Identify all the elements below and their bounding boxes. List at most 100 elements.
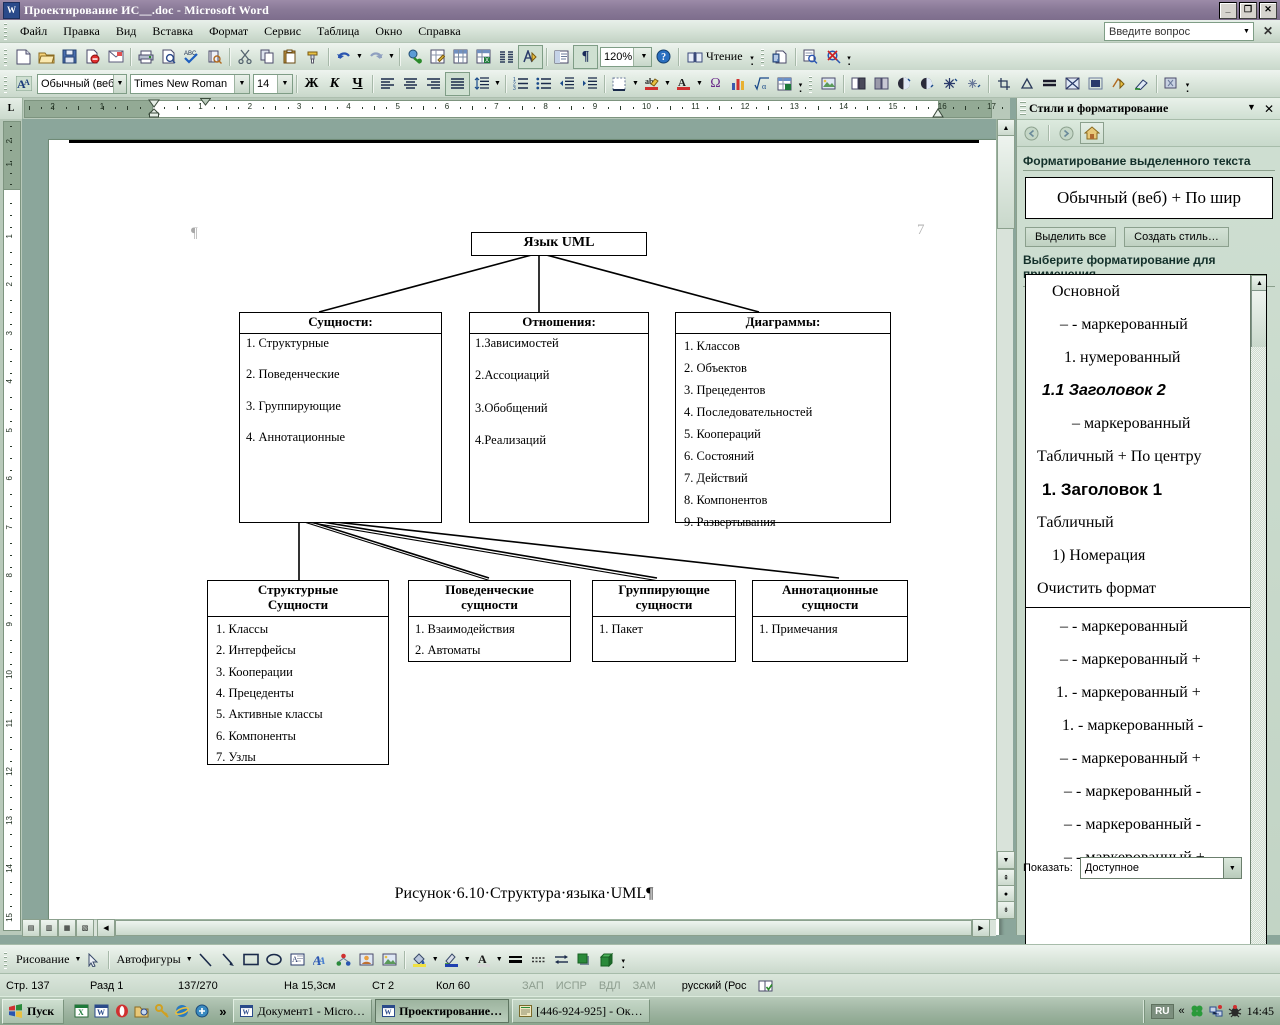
columns-icon[interactable] [495,46,518,68]
diagram-node-annotational-entities[interactable]: Аннотационные сущности 1. Примечания [752,580,908,662]
diagram-node-behavioral-entities[interactable]: Поведенческие сущности 1. Взаимодействия… [408,580,571,662]
view-normal-button[interactable]: ▤ [22,919,40,937]
diagram-node-entities[interactable]: Сущности: 1. Структурные 2. Поведенчески… [239,312,442,523]
back-arrow-icon[interactable] [1020,123,1042,143]
style-scroll-thumb[interactable] [1251,290,1266,349]
brightness-less-icon[interactable] [916,73,939,95]
forward-arrow-icon[interactable] [1055,123,1077,143]
word-icon[interactable]: W [93,1003,110,1020]
paste-icon[interactable] [279,46,302,68]
bug-icon[interactable] [1228,1004,1242,1018]
minimize-button[interactable]: _ [1219,2,1237,19]
edit-search-icon[interactable] [799,46,822,68]
menu-format[interactable]: Формат [201,21,256,42]
autoshapes-menu-arrow-icon[interactable]: ▼ [185,956,194,963]
redo-icon[interactable] [364,46,387,68]
rotate-left-icon[interactable] [1015,73,1038,95]
email-icon[interactable] [104,46,127,68]
style-combobox[interactable]: Обычный (веб) - ▼ [37,73,127,94]
arrow-icon[interactable] [217,949,240,971]
set-transparent-color-icon[interactable] [1130,73,1153,95]
language-indicator[interactable]: RU [1151,1003,1174,1019]
start-button[interactable]: Пуск [2,998,65,1024]
delete-search-icon[interactable] [822,46,845,68]
drawing-toolbar-overflow[interactable]: ▾ ▪ [619,949,628,971]
line-style-icon[interactable] [1038,73,1061,95]
bulleted-list-icon[interactable] [532,73,555,95]
clover-icon[interactable] [1190,1004,1204,1018]
right-indent-marker[interactable] [932,108,944,118]
line-spacing-icon[interactable] [470,73,493,95]
excel-icon[interactable]: X [73,1003,90,1020]
new-style-button[interactable]: Создать стиль… [1124,227,1229,247]
style-list-scrollbar[interactable]: ▲ ▼ [1250,275,1266,975]
research-icon[interactable] [203,46,226,68]
horizontal-ruler[interactable]: 211234567891011121314151617 L [0,98,1010,120]
font-color-icon[interactable]: A [472,949,495,971]
zoom-combobox[interactable]: 120% ▼ [600,46,652,67]
decrease-indent-icon[interactable] [555,73,578,95]
menu-tools[interactable]: Сервис [256,21,309,42]
hanging-indent-marker[interactable] [148,108,160,118]
menu-view[interactable]: Вид [108,21,145,42]
align-center-icon[interactable] [399,73,422,95]
drawing-toolbar-gripper[interactable] [3,950,10,969]
diagram-icon[interactable] [332,949,355,971]
tab-stop-marker[interactable] [200,98,211,106]
diagram-node-relationships[interactable]: Отношения: 1.Зависимостей 2.Ассоциаций 3… [469,312,649,523]
redo-dropdown-arrow-icon[interactable]: ▼ [387,53,396,60]
taskbar-window-notepad[interactable]: [446-924-925] - Ок… [512,999,650,1023]
taskbar-window-document1[interactable]: W Документ1 - Micro… [233,999,373,1023]
dash-style-icon[interactable] [527,949,550,971]
diagram-node-structural-entities[interactable]: Структурные Сущности 1. Классы 2. Интерф… [207,580,389,765]
fill-color-dropdown-arrow-icon[interactable]: ▼ [431,956,440,963]
select-arrow-icon[interactable] [82,949,105,971]
highlight-icon[interactable]: ab [640,73,663,95]
increase-contrast-icon[interactable] [939,73,962,95]
style-list-item[interactable]: 1.1 Заголовок 2¶ [1026,374,1266,407]
styles-and-formatting-icon[interactable]: AA [12,73,35,95]
insert-hyperlink-icon[interactable] [403,46,426,68]
draw-menu-button[interactable]: Рисование [12,952,73,967]
formula-icon[interactable]: α [750,73,773,95]
document-canvas[interactable]: ¶ 7 Язык UML Сущности: 1. Структурные 2.… [22,119,1010,935]
style-list-item[interactable]: – - маркерованный - [1026,775,1266,808]
open-folder-icon[interactable] [35,46,58,68]
tables-borders-icon[interactable] [426,46,449,68]
reset-picture-icon[interactable] [1160,73,1183,95]
rectangle-icon[interactable] [240,949,263,971]
line-icon[interactable] [194,949,217,971]
chevron-down-icon[interactable]: ▼ [277,74,292,93]
hscroll-thumb[interactable] [115,920,972,936]
chevron-down-icon[interactable]: ▼ [1236,28,1253,35]
quick-launch-overflow[interactable]: » [219,1004,226,1019]
diagram-node-root[interactable]: Язык UML [471,232,647,256]
symbol-omega-icon[interactable]: Ω [704,73,727,95]
scroll-thumb[interactable] [997,135,1015,229]
tab-stop-selector[interactable]: L [0,98,23,119]
spelling-check-icon[interactable]: ABC [180,46,203,68]
draw-menu-arrow-icon[interactable]: ▼ [73,956,82,963]
brightness-more-icon[interactable] [893,73,916,95]
extra-toolbar-gripper[interactable] [759,47,767,66]
font-combobox[interactable]: Times New Roman ▼ [130,73,250,94]
selected-style-preview[interactable]: Обычный (веб) + По шир [1025,177,1273,219]
scroll-left-button[interactable]: ◀ [97,919,115,937]
undo-icon[interactable] [332,46,355,68]
permission-icon[interactable] [81,46,104,68]
style-list-item[interactable]: Табличный¶ [1026,506,1266,539]
diagram-node-diagrams[interactable]: Диаграммы: 1. Классов 2. Объектов 3. Пре… [675,312,891,529]
borders-icon[interactable] [608,73,631,95]
standard-toolbar-gripper[interactable] [3,47,10,66]
new-document-icon[interactable] [12,46,35,68]
ask-a-question-box[interactable]: Введите вопрос ▼ [1104,22,1254,41]
insert-picture-icon[interactable] [817,73,840,95]
explorer-icon[interactable] [133,1003,150,1020]
status-overtype[interactable]: ЗАМ [627,980,662,992]
select-browse-object-next[interactable]: ⇟ [997,901,1015,919]
numbered-list-icon[interactable]: 123 [509,73,532,95]
chevron-down-icon[interactable]: ▼ [112,74,126,93]
compare-documents-icon[interactable] [769,46,792,68]
ie-icon[interactable] [173,1003,190,1020]
show-formatting-marks-icon[interactable]: ¶ [573,44,598,69]
